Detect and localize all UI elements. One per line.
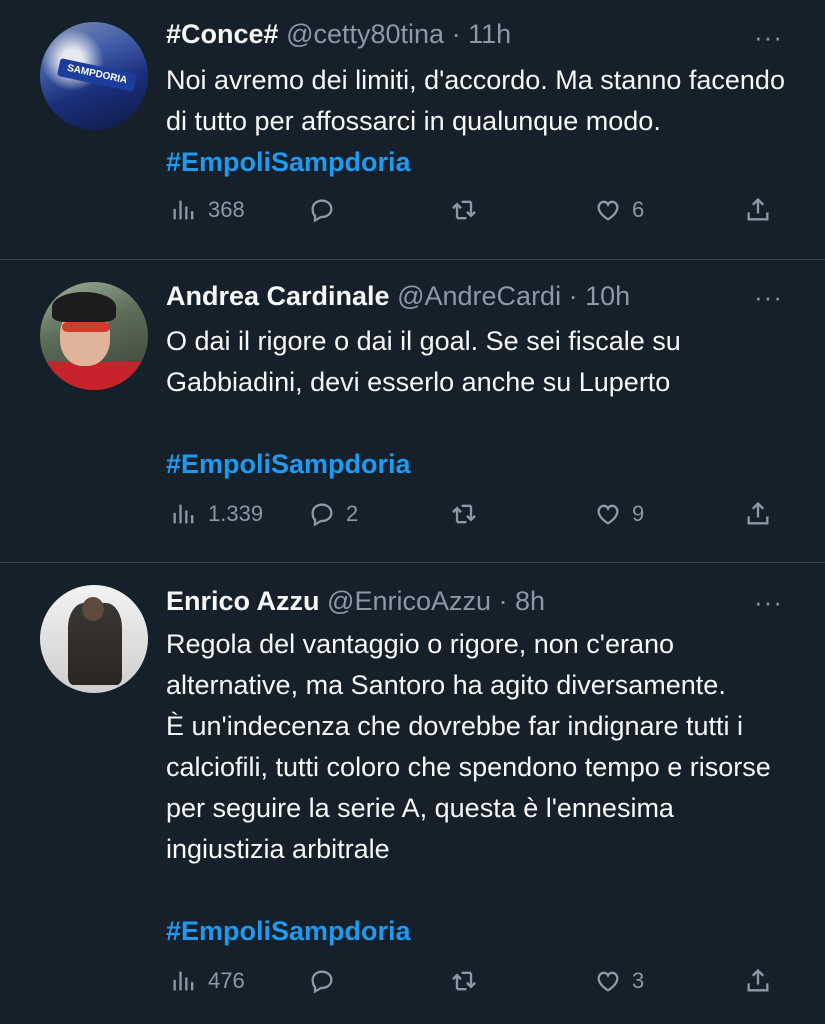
like-button[interactable]: 6 [594,196,644,224]
like-button[interactable]: 3 [594,967,644,995]
reply-icon [311,503,333,527]
views-count: 368 [208,197,245,222]
share-button[interactable] [744,967,772,995]
like-count: 3 [632,968,645,993]
views-button[interactable]: 1.339 [170,500,263,528]
tweet-header: #Conce# @cetty80tina · 11h [166,16,511,52]
tweet[interactable]: Andrea Cardinale @AndreCardi · 10h ··· O… [0,260,825,563]
tweet[interactable]: Enrico Azzu @EnricoAzzu · 8h ··· Regola … [0,563,825,1024]
like-button[interactable]: 9 [594,500,644,528]
hashtag-link[interactable]: #EmpoliSampdoria [166,449,411,479]
timestamp[interactable]: 11h [468,19,511,49]
tweet-hashtag-line: #EmpoliSampdoria [166,444,785,485]
hashtag-link[interactable]: #EmpoliSampdoria [166,147,411,177]
timestamp[interactable]: 10h [585,281,630,311]
reply-button[interactable] [308,196,346,224]
avatar[interactable]: SAMPDORIA [40,22,148,130]
tweet-text-content: Noi avremo dei limiti, d'accordo. Ma sta… [166,65,793,136]
tweet-text-content: Regola del vantaggio o rigore, non c'era… [166,629,771,864]
reply-icon [311,199,333,223]
author-handle[interactable]: @AndreCardi [397,281,561,311]
views-count: 1.339 [208,501,264,526]
separator-dot: · [498,586,508,616]
separator-dot: · [568,281,578,311]
retweet-icon [452,200,476,220]
retweet-button[interactable] [450,967,488,995]
avatar-banner-text: SAMPDORIA [56,58,138,92]
retweet-icon [452,504,476,524]
reply-icon [311,970,333,994]
share-icon [747,968,769,992]
views-button[interactable]: 476 [170,967,245,995]
action-bar: 476 3 [166,967,785,1003]
tweet-header: Enrico Azzu @EnricoAzzu · 8h [166,583,545,619]
author-handle[interactable]: @EnricoAzzu [327,586,491,616]
tweet-text: Noi avremo dei limiti, d'accordo. Ma sta… [166,60,785,183]
tweet-text: Regola del vantaggio o rigore, non c'era… [166,624,785,870]
retweet-icon [452,971,476,991]
more-icon[interactable]: ··· [754,282,783,313]
more-icon[interactable]: ··· [754,587,783,618]
timestamp[interactable]: 8h [515,586,545,616]
author-handle[interactable]: @cetty80tina [286,19,444,49]
views-icon [173,200,194,220]
share-button[interactable] [744,500,772,528]
avatar[interactable] [40,585,148,693]
tweet-text: O dai il rigore o dai il goal. Se sei fi… [166,321,785,403]
hashtag-link[interactable]: #EmpoliSampdoria [166,916,411,946]
share-icon [747,197,769,221]
separator-dot: · [451,19,461,49]
reply-button[interactable] [308,967,346,995]
like-icon [597,504,619,525]
action-bar: 1.339 2 9 [166,500,785,536]
retweet-button[interactable] [450,196,488,224]
like-count: 9 [632,501,645,526]
retweet-button[interactable] [450,500,488,528]
views-button[interactable]: 368 [170,196,245,224]
avatar[interactable] [40,282,148,390]
views-icon [173,504,194,524]
tweet[interactable]: SAMPDORIA #Conce# @cetty80tina · 11h ···… [0,0,825,260]
like-icon [597,200,619,221]
tweet-text-content: O dai il rigore o dai il goal. Se sei fi… [166,326,689,397]
like-count: 6 [632,197,645,222]
like-icon [597,971,619,992]
author-name[interactable]: Enrico Azzu [166,586,320,616]
views-count: 476 [208,968,245,993]
reply-count: 2 [346,501,359,526]
author-name[interactable]: Andrea Cardinale [166,281,390,311]
more-icon[interactable]: ··· [754,22,783,53]
share-button[interactable] [744,196,772,224]
tweet-hashtag-line: #EmpoliSampdoria [166,911,785,952]
share-icon [747,501,769,525]
tweet-header: Andrea Cardinale @AndreCardi · 10h [166,278,630,314]
reply-button[interactable]: 2 [308,500,358,528]
author-name[interactable]: #Conce# [166,19,279,49]
views-icon [173,971,194,991]
action-bar: 368 6 [166,196,785,232]
